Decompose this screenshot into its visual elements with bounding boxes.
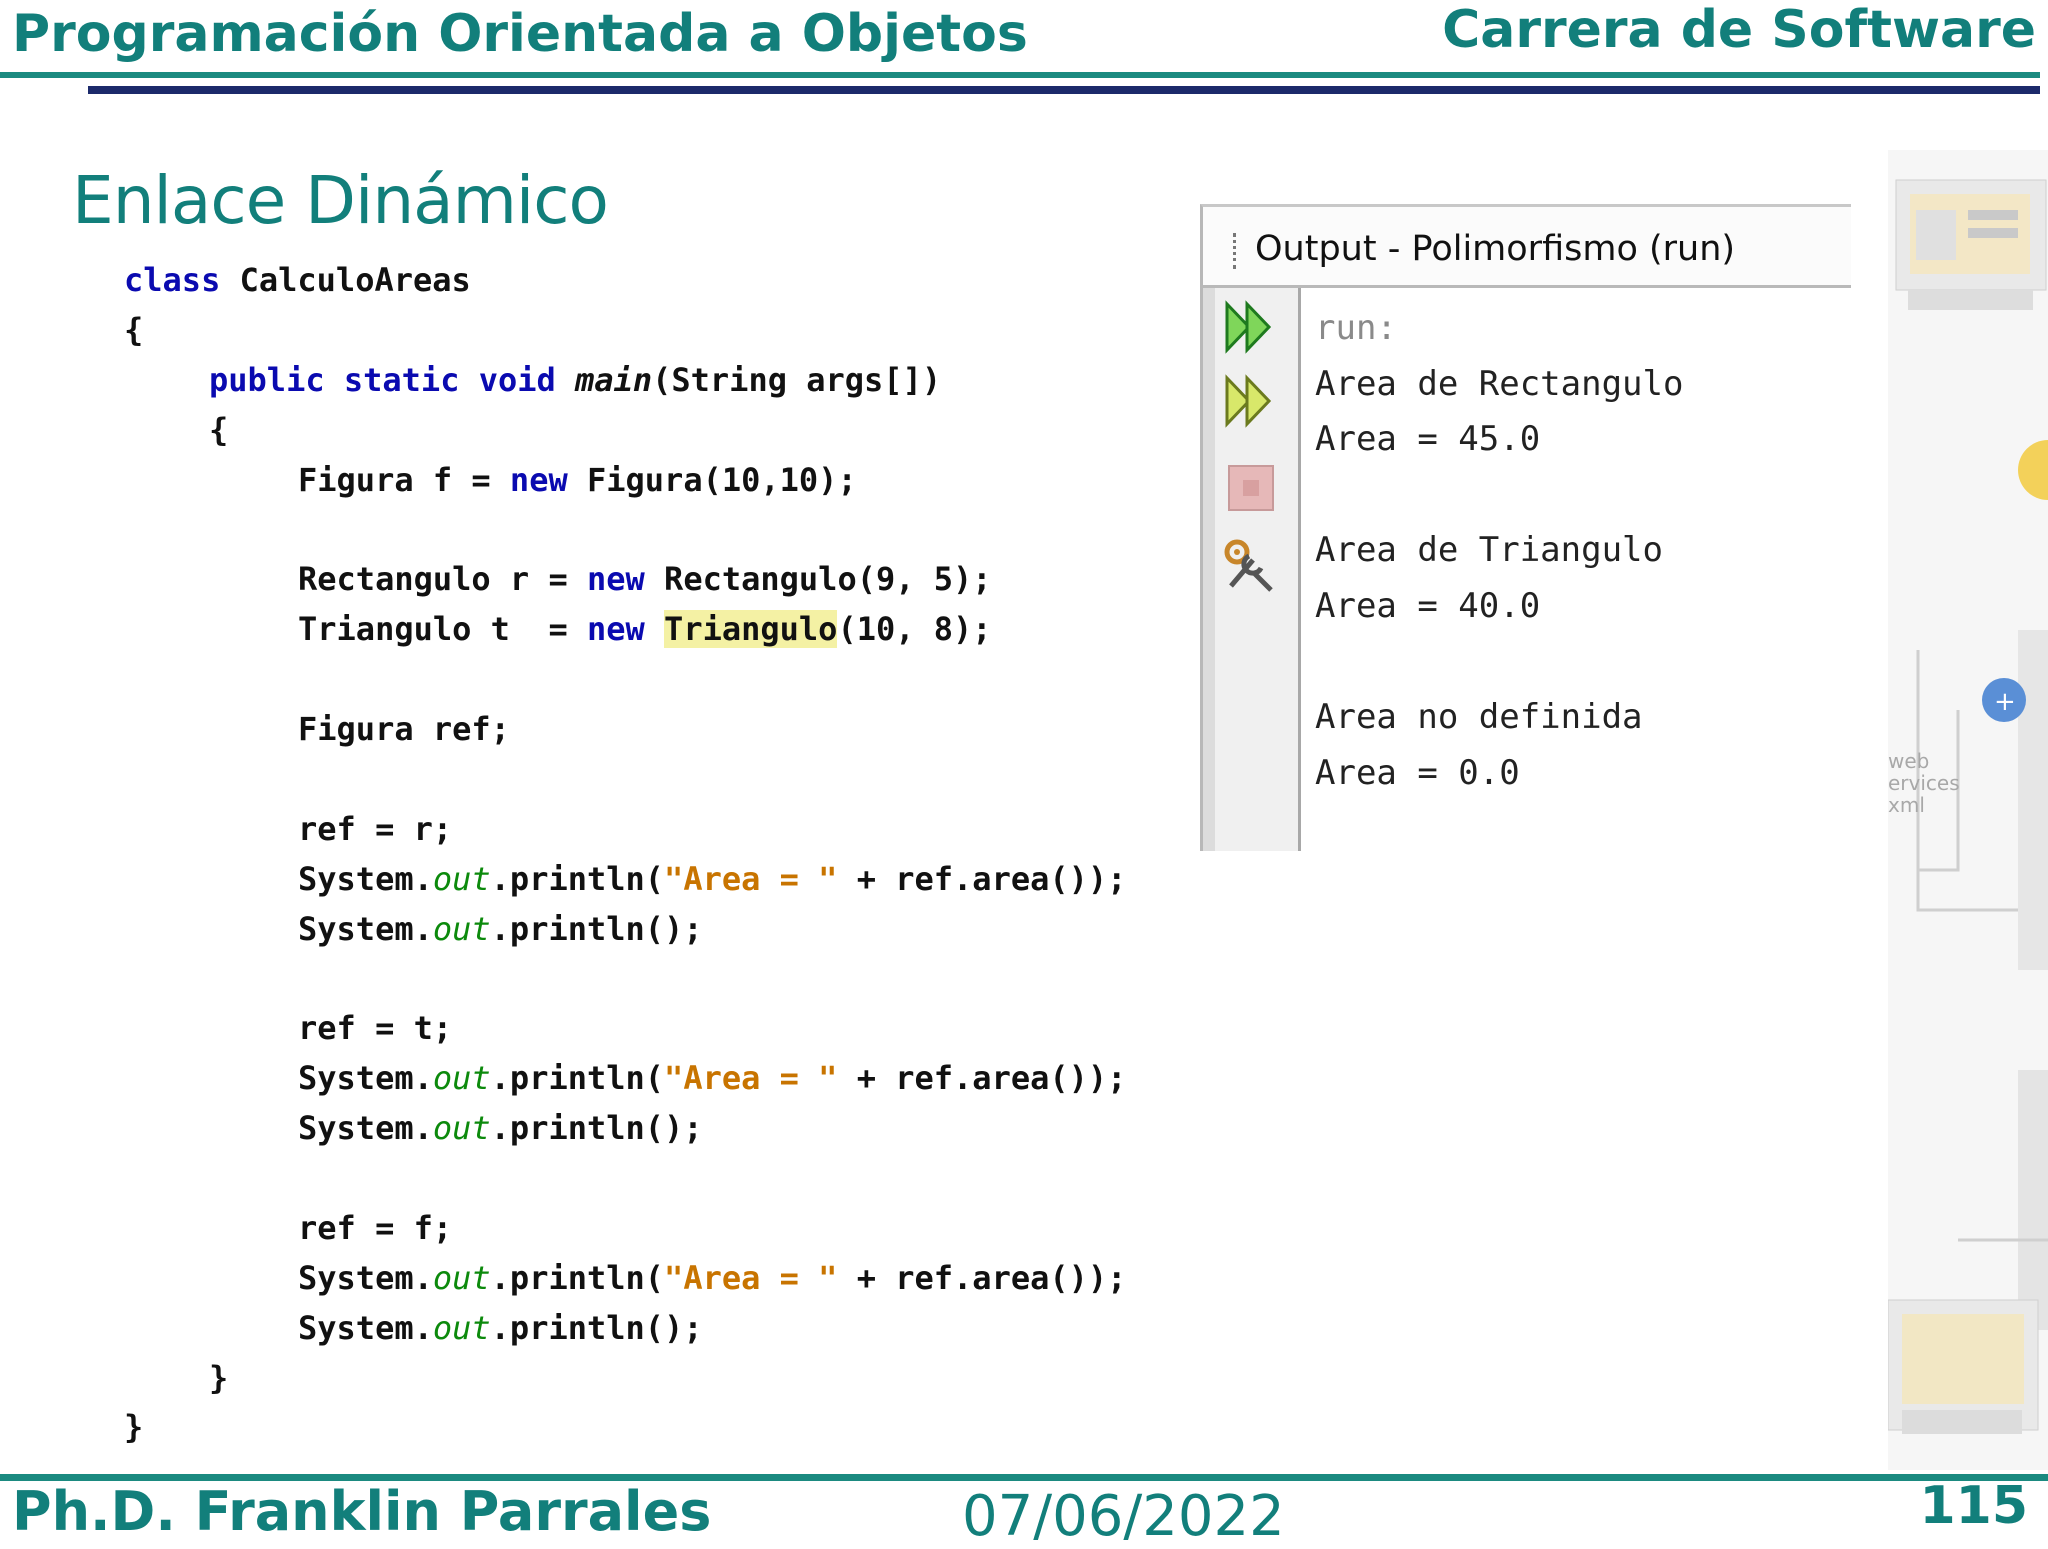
code-line: System.out.println("Area = " + ref.area(… xyxy=(298,859,1127,898)
console-line: Area de Triangulo xyxy=(1315,530,1663,571)
highlighted-identifier: Triangulo xyxy=(664,610,838,649)
code-line: public static void main(String args[]) xyxy=(209,360,942,399)
page-number: 115 xyxy=(1919,1476,2028,1536)
code-line: ref = r; xyxy=(298,809,453,848)
drag-grip-icon[interactable] xyxy=(1233,233,1240,269)
code-line: Rectangulo r = new Rectangulo(9, 5); xyxy=(298,560,992,599)
console-line: Area = 45.0 xyxy=(1315,419,1541,460)
slide-title: Enlace Dinámico xyxy=(72,162,609,239)
code-line: { xyxy=(124,310,144,349)
console-line: Area no definida xyxy=(1315,697,1643,738)
decorative-network-illustration: + web ervices xml xyxy=(1887,150,2048,1470)
course-title: Programación Orientada a Objetos xyxy=(12,4,1028,64)
output-window: Output - Polimorfismo (run) run: Area de… xyxy=(1200,204,1851,851)
code-line: System.out.println("Area = " + ref.area(… xyxy=(298,1258,1127,1297)
console-line: run: xyxy=(1315,308,1397,348)
code-line: System.out.println(); xyxy=(298,1109,703,1148)
code-listing: class CalculoAreas { public static void … xyxy=(124,256,1126,1453)
web-services-label: web ervices xml xyxy=(1888,749,1960,817)
code-line: System.out.println(); xyxy=(298,1308,703,1347)
code-line: Triangulo t = new Triangulo(10, 8); xyxy=(298,610,992,649)
console-line: Area de Rectangulo xyxy=(1315,363,1684,404)
code-line: { xyxy=(209,410,229,449)
code-line: System.out.println("Area = " + ref.area(… xyxy=(298,1059,1127,1098)
svg-text:+: + xyxy=(1994,687,2016,717)
output-window-header: Output - Polimorfismo (run) xyxy=(1203,207,1851,288)
code-line: ref = f; xyxy=(298,1208,453,1247)
code-line: Figura ref; xyxy=(298,710,510,749)
header-rule-teal xyxy=(0,72,2040,78)
rerun-with-options-icon[interactable] xyxy=(1221,372,1279,430)
stop-icon[interactable] xyxy=(1221,458,1279,516)
code-line: } xyxy=(209,1358,229,1397)
output-toolbar xyxy=(1203,288,1301,851)
rerun-icon[interactable] xyxy=(1221,298,1279,356)
header-rule-navy xyxy=(88,86,2040,94)
console-line: Area = 0.0 xyxy=(1315,752,1520,793)
code-line: Figura f = new Figura(10,10); xyxy=(298,460,857,499)
code-line: ref = t; xyxy=(298,1009,453,1048)
footer-date: 07/06/2022 xyxy=(962,1484,1285,1549)
settings-icon[interactable] xyxy=(1219,534,1277,592)
career-title: Carrera de Software xyxy=(1442,0,2036,60)
code-line: System.out.println(); xyxy=(298,909,703,948)
code-line: class CalculoAreas xyxy=(124,261,471,299)
footer-author: Ph.D. Franklin Parrales xyxy=(12,1480,712,1543)
console-line: Area = 40.0 xyxy=(1315,585,1541,626)
output-window-title: Output - Polimorfismo (run) xyxy=(1255,229,1736,269)
code-line: } xyxy=(124,1408,144,1447)
output-console: run: Area de Rectangulo Area = 45.0 Area… xyxy=(1315,301,1683,801)
